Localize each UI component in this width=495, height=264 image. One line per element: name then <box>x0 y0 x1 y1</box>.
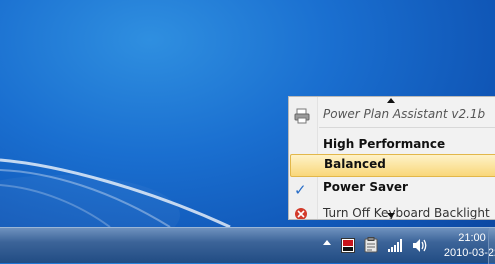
clipboard-icon[interactable] <box>364 237 378 253</box>
menu-item-label: Balanced <box>324 157 386 171</box>
menu-item-power-saver[interactable]: Power Saver <box>289 177 495 198</box>
menu-separator <box>319 127 495 128</box>
show-desktop-button[interactable] <box>488 228 495 264</box>
menu-item-high-performance[interactable]: High Performance <box>289 134 495 155</box>
menu-item-balanced[interactable]: Balanced <box>290 154 495 177</box>
menu-title-label: Power Plan Assistant v2.1b <box>323 107 486 121</box>
menu-item-label: Turn Off Keyboard Backlight <box>323 206 490 220</box>
menu-title: Power Plan Assistant v2.1b <box>289 105 495 125</box>
menu-scroll-up-arrow[interactable] <box>387 98 395 103</box>
taskbar: 21:00 2010-03-22 <box>0 227 495 264</box>
menu-item-label: Power Saver <box>323 180 408 194</box>
desktop[interactable]: Power Plan Assistant v2.1b High Performa… <box>0 0 495 227</box>
power-plan-tray-icon[interactable] <box>341 238 355 253</box>
menu-item-label: High Performance <box>323 137 446 151</box>
network-signal-icon[interactable] <box>388 239 404 252</box>
system-tray: 21:00 2010-03-22 <box>270 228 495 264</box>
power-plan-menu: Power Plan Assistant v2.1b High Performa… <box>288 96 495 220</box>
show-hidden-icons-chevron-icon[interactable] <box>323 240 331 245</box>
volume-icon[interactable] <box>412 238 428 253</box>
menu-scroll-down-arrow[interactable] <box>387 213 395 218</box>
